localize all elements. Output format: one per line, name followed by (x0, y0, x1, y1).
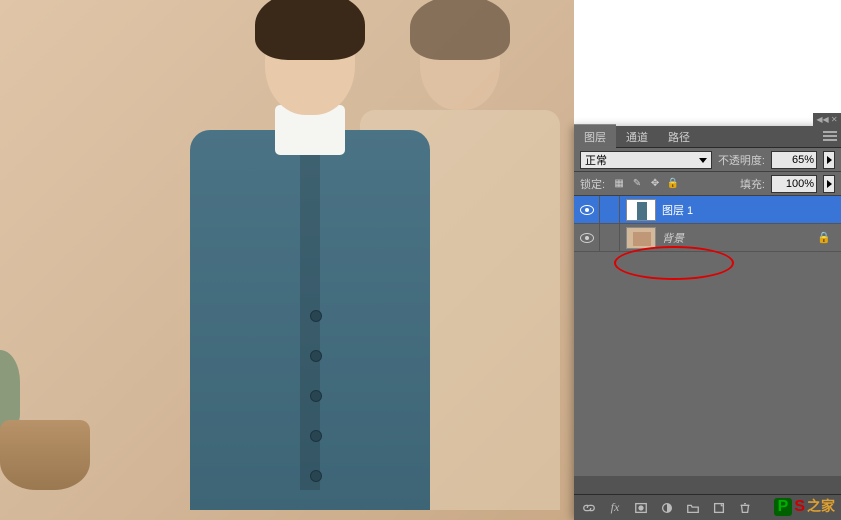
lock-all-icon[interactable]: 🔒 (665, 176, 681, 192)
visibility-toggle[interactable] (574, 224, 600, 251)
trash-icon[interactable] (736, 499, 754, 517)
layers-list: 图层 1 背景 🔒 (574, 196, 841, 476)
adjustment-icon[interactable] (658, 499, 676, 517)
link-column[interactable] (600, 224, 620, 251)
blend-opacity-row: 正常 不透明度: 65% (574, 148, 841, 172)
eye-icon (580, 233, 594, 243)
vase (0, 350, 20, 430)
tab-paths[interactable]: 路径 (658, 125, 700, 149)
blend-mode-dropdown[interactable]: 正常 (580, 151, 712, 169)
opacity-label: 不透明度: (718, 152, 765, 168)
mask-icon[interactable] (632, 499, 650, 517)
lock-fill-row: 锁定: ▦ ✎ ✥ 🔒 填充: 100% (574, 172, 841, 196)
link-column[interactable] (600, 196, 620, 223)
fill-flyout-icon[interactable] (823, 175, 835, 193)
watermark-s: S (794, 498, 805, 516)
lock-pixels-icon[interactable]: ✎ (629, 176, 645, 192)
layer-row[interactable]: 图层 1 (574, 196, 841, 224)
panel-collapse-button[interactable]: ◀◀ ✕ (813, 113, 841, 126)
pottery-props (0, 350, 140, 490)
lock-indicator-icon: 🔒 (817, 231, 831, 244)
opacity-flyout-icon[interactable] (823, 151, 835, 169)
visibility-toggle[interactable] (574, 196, 600, 223)
lock-icons-group: ▦ ✎ ✥ 🔒 (611, 176, 681, 192)
new-layer-icon[interactable] (710, 499, 728, 517)
figure-left (160, 0, 450, 520)
link-layers-icon[interactable] (580, 499, 598, 517)
layer-name[interactable]: 背景 (662, 230, 684, 246)
opacity-input[interactable]: 65% (771, 151, 817, 169)
tab-channels[interactable]: 通道 (616, 125, 658, 149)
layer-thumbnail[interactable] (626, 199, 656, 221)
panel-tabs: 图层 通道 路径 (574, 126, 841, 148)
watermark-cn: 之家 (807, 496, 835, 516)
layer-name[interactable]: 图层 1 (662, 202, 693, 218)
watermark-p: P (774, 498, 793, 516)
watermark: P S 之家 (774, 496, 835, 516)
pot (0, 420, 90, 490)
fx-icon[interactable]: fx (606, 499, 624, 517)
tab-layers[interactable]: 图层 (574, 124, 616, 149)
eye-icon (580, 205, 594, 215)
canvas-area[interactable] (0, 0, 574, 520)
lock-label: 锁定: (580, 176, 605, 192)
group-icon[interactable] (684, 499, 702, 517)
lock-transparent-icon[interactable]: ▦ (611, 176, 627, 192)
panel-menu-icon[interactable] (823, 130, 837, 142)
layers-panel: ◀◀ ✕ 图层 通道 路径 正常 不透明度: 65% 锁定: ▦ ✎ ✥ 🔒 填… (574, 126, 841, 520)
lock-position-icon[interactable]: ✥ (647, 176, 663, 192)
layer-thumbnail[interactable] (626, 227, 656, 249)
fill-input[interactable]: 100% (771, 175, 817, 193)
fill-label: 填充: (740, 176, 765, 192)
layer-row[interactable]: 背景 🔒 (574, 224, 841, 252)
